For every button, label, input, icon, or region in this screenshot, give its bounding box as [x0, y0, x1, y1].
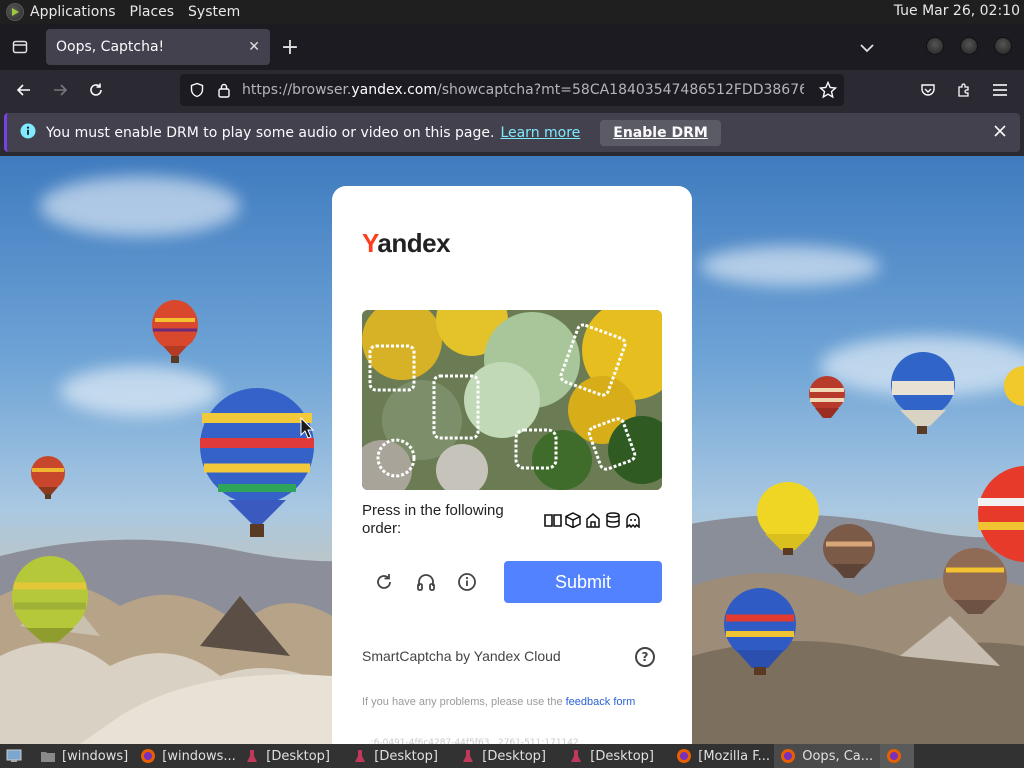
info-icon — [20, 123, 36, 143]
tab-list-chevron-icon[interactable] — [860, 38, 874, 57]
close-icon[interactable] — [994, 124, 1006, 141]
page-viewport: Yandex Press in the following order: Sub… — [0, 156, 1024, 744]
captcha-card: Yandex Press in the following order: Sub… — [332, 186, 692, 744]
firefox-icon — [141, 749, 156, 763]
pocket-icon[interactable] — [915, 78, 941, 102]
hot-air-balloon — [891, 352, 955, 434]
firefox-icon — [887, 749, 902, 763]
taskbar-item[interactable]: [windows... — [134, 744, 238, 768]
bookmark-star-icon[interactable] — [818, 80, 838, 103]
window-icon — [247, 750, 258, 762]
taskbar-item[interactable]: [windows] — [34, 744, 134, 768]
drm-notification-bar: You must enable DRM to play some audio o… — [4, 113, 1020, 152]
menu-system[interactable]: System — [188, 4, 240, 20]
reload-icon[interactable] — [83, 78, 109, 102]
minimize-button[interactable] — [926, 37, 944, 55]
submit-button[interactable]: Submit — [504, 561, 662, 603]
firefox-view-icon[interactable] — [0, 24, 40, 70]
menu-places[interactable]: Places — [130, 4, 175, 20]
hot-air-balloon — [1004, 366, 1024, 406]
hot-air-balloon — [823, 524, 875, 578]
taskbar: [windows] [windows... [Desktop] [Desktop… — [0, 744, 1024, 768]
hot-air-balloon — [724, 588, 796, 675]
lock-icon[interactable] — [217, 82, 231, 102]
database-icon — [604, 511, 622, 529]
task-icon-sequence — [544, 511, 642, 529]
desktop-icon — [6, 749, 22, 762]
mouse-cursor-icon — [300, 417, 314, 439]
help-icon[interactable]: ? — [635, 647, 655, 667]
hot-air-balloon — [757, 482, 819, 555]
smartcaptcha-footer: SmartCaptcha by Yandex Cloud — [362, 648, 561, 664]
maximize-button[interactable] — [960, 37, 978, 55]
cube-icon — [564, 511, 582, 529]
audio-captcha-headphones-icon[interactable] — [414, 570, 438, 594]
tab-title: Oops, Captcha! — [56, 39, 165, 55]
window-icon — [355, 750, 366, 762]
window-icon — [463, 750, 474, 762]
hamburger-menu-icon[interactable] — [987, 78, 1013, 102]
enable-drm-button[interactable]: Enable DRM — [600, 119, 721, 146]
extensions-icon[interactable] — [951, 78, 977, 102]
taskbar-item[interactable]: [Mozilla F... — [670, 744, 774, 768]
problems-note: If you have any problems, please use the… — [362, 696, 636, 708]
taskbar-item[interactable]: [Desktop] — [238, 744, 346, 768]
taskbar-item[interactable]: [Desktop] — [346, 744, 454, 768]
window-icon — [571, 750, 582, 762]
gnome-logo-icon[interactable] — [6, 3, 24, 21]
learn-more-link[interactable]: Learn more — [500, 125, 580, 141]
tab-close-icon[interactable]: ✕ — [248, 39, 260, 55]
hot-air-balloon — [152, 300, 198, 363]
info-icon[interactable] — [455, 570, 479, 594]
menu-applications[interactable]: Applications — [30, 4, 116, 20]
clock[interactable]: Tue Mar 26, 02:10 — [894, 3, 1020, 19]
drm-message: You must enable DRM to play some audio o… — [46, 124, 495, 141]
url-bar[interactable]: https://browser.yandex.com/showcaptcha?m… — [180, 74, 844, 106]
tab-oops-captcha[interactable]: Oops, Captcha! ✕ — [46, 29, 270, 65]
firefox-launcher-icon[interactable] — [880, 744, 915, 768]
firefox-icon — [677, 749, 692, 763]
taskbar-item-active[interactable]: Oops, Ca... — [774, 744, 881, 768]
taskbar-item[interactable]: [Desktop] — [562, 744, 670, 768]
captcha-image[interactable] — [362, 310, 662, 490]
shield-icon[interactable] — [189, 82, 205, 102]
hot-air-balloon — [31, 456, 65, 499]
show-desktop-button[interactable] — [0, 744, 34, 768]
close-window-button[interactable] — [994, 37, 1012, 55]
top-panel: Applications Places System Tue Mar 26, 0… — [0, 0, 1024, 24]
hot-air-balloon — [200, 388, 314, 537]
yandex-logo[interactable]: Yandex — [362, 228, 451, 259]
task-instruction: Press in the following order: — [362, 502, 504, 537]
refresh-captcha-icon[interactable] — [372, 570, 396, 594]
hot-air-balloon — [978, 466, 1024, 562]
feedback-form-link[interactable]: feedback form — [566, 696, 636, 708]
new-tab-icon[interactable]: + — [276, 32, 304, 62]
folder-icon — [41, 752, 55, 762]
taskbar-item[interactable]: [Desktop] — [454, 744, 562, 768]
tab-strip: Oops, Captcha! ✕ + — [0, 24, 1024, 70]
navigation-toolbar: https://browser.yandex.com/showcaptcha?m… — [0, 70, 1024, 110]
house-icon — [584, 511, 602, 529]
firefox-icon — [781, 749, 796, 763]
hot-air-balloon — [12, 556, 88, 642]
back-arrow-icon[interactable] — [11, 78, 37, 102]
ghost-icon — [624, 511, 642, 529]
url-text[interactable]: https://browser.yandex.com/showcaptcha?m… — [242, 82, 804, 98]
book-icon — [544, 511, 562, 529]
hot-air-balloon — [809, 376, 845, 418]
forward-arrow-icon[interactable] — [47, 78, 73, 102]
